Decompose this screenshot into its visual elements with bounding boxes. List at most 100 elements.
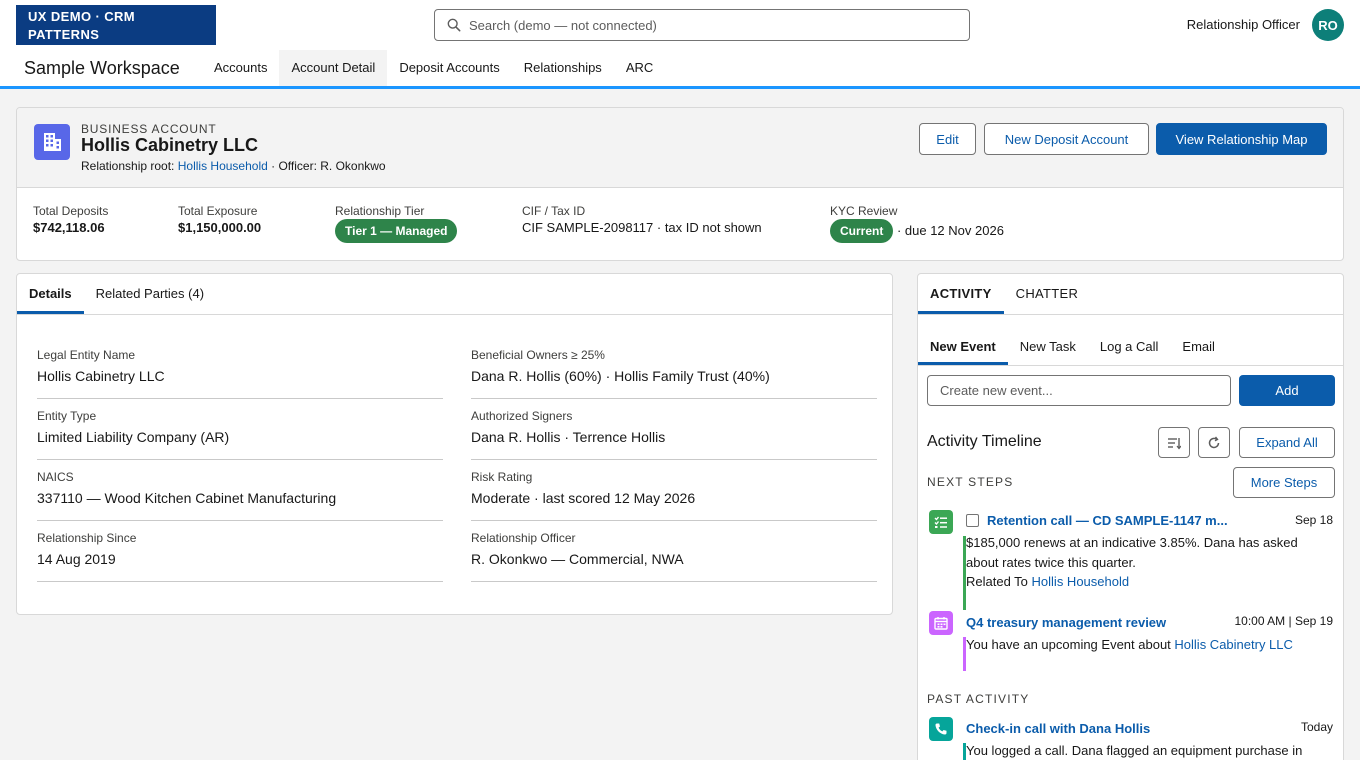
related-link[interactable]: Hollis Household [1032,574,1130,589]
tab-new-task[interactable]: New Task [1008,332,1088,365]
highlight-value: $1,150,000.00 [178,220,262,235]
field-value: R. Okonkwo — Commercial, NWA [471,551,684,567]
highlight-kyc-review: KYC Review Current · due 12 Nov 2026 [830,204,1004,243]
view-relationship-map-button[interactable]: View Relationship Map [1156,123,1327,155]
tab-activity[interactable]: ACTIVITY [918,274,1004,314]
nav-item-relationships[interactable]: Relationships [512,50,614,86]
highlight-value: $742,118.06 [33,220,105,235]
field-authorized-signers: Authorized Signers Dana R. Hollis · Terr… [471,409,877,460]
phone-icon [929,717,953,741]
new-deposit-account-button[interactable]: New Deposit Account [984,123,1149,155]
filter-timeline-button[interactable] [1158,427,1190,458]
past-activity-label: PAST ACTIVITY [927,692,1030,706]
field-relationship-since: Relationship Since 14 Aug 2019 [37,531,443,582]
field-label: NAICS [37,470,74,484]
user-role: Relationship Officer [1186,17,1300,32]
refresh-timeline-button[interactable] [1198,427,1230,458]
timeline-item-related: Related To Hollis Household [966,572,1326,592]
highlight-total-exposure: Total Exposure $1,150,000.00 [178,204,261,235]
timeline-item-title[interactable]: Check-in call with Dana Hollis [966,721,1206,736]
field-label: Relationship Officer [471,531,576,545]
tab-details[interactable]: Details [17,274,84,314]
timeline-item-title[interactable]: Retention call — CD SAMPLE-1147 m... [987,513,1237,528]
tab-new-event[interactable]: New Event [918,332,1008,365]
timeline-item-body: $185,000 renews at an indicative 3.85%. … [966,535,1298,570]
highlight-label: Relationship Tier [335,204,425,218]
field-label: Relationship Since [37,531,137,545]
building-icon [34,124,70,160]
tier-badge: Tier 1 — Managed [335,219,458,243]
highlight-cif-tax-id: CIF / Tax ID CIF SAMPLE-2098117 · tax ID… [522,204,762,235]
record-header-top: BUSINESS ACCOUNT Hollis Cabinetry LLC Re… [17,108,1343,188]
timeline-item-date: 10:00 AM | Sep 19 [1234,614,1333,628]
nav-items: Accounts Account Detail Deposit Accounts… [202,50,665,86]
highlight-relationship-tier: Relationship Tier Tier 1 — Managed [335,204,458,243]
user-avatar[interactable]: RO [1312,9,1344,41]
field-label: Entity Type [37,409,97,423]
timeline-title: Activity Timeline [927,433,1042,450]
timeline-item-body: You have an upcoming Event about Hollis … [966,635,1326,655]
highlight-label: Total Exposure [178,204,258,218]
field-value: Hollis Cabinetry LLC [37,368,165,384]
event-related-link[interactable]: Hollis Cabinetry LLC [1174,637,1293,652]
brand-line-1: UX DEMO · CRM [28,9,136,24]
highlight-value: CIF SAMPLE-2098117 · tax ID not shown [522,220,762,235]
tab-log-a-call[interactable]: Log a Call [1088,332,1171,365]
field-naics: NAICS 337110 — Wood Kitchen Cabinet Manu… [37,470,443,521]
global-search[interactable] [434,9,970,41]
highlight-label: CIF / Tax ID [522,204,586,218]
new-event-input[interactable] [927,375,1231,406]
global-header: UX DEMO · CRM PATTERNS Relationship Offi… [0,0,1360,50]
highlight-label: Total Deposits [33,204,109,218]
filter-icon [1168,437,1181,449]
record-sub-prefix: Relationship root: [81,159,178,173]
edit-button[interactable]: Edit [919,123,976,155]
kyc-status-badge: Current [830,219,894,243]
timeline-item-body: You logged a call. Dana flagged an equip… [966,743,1303,758]
nav-item-account-detail[interactable]: Account Detail [279,50,388,86]
tab-chatter[interactable]: CHATTER [1004,274,1091,314]
search-icon [447,18,461,32]
record-sub-suffix: · Officer: R. Okonkwo [267,159,386,173]
task-complete-checkbox[interactable] [966,514,979,527]
expand-all-button[interactable]: Expand All [1239,427,1335,458]
record-name: Hollis Cabinetry LLC [81,135,259,155]
tab-email[interactable]: Email [1170,332,1227,365]
more-steps-button[interactable]: More Steps [1233,467,1335,498]
field-relationship-officer: Relationship Officer R. Okonkwo — Commer… [471,531,877,582]
record-type: BUSINESS ACCOUNT [81,122,217,136]
field-label: Authorized Signers [471,409,573,423]
search-input[interactable] [469,17,949,33]
field-legal-entity-name: Legal Entity Name Hollis Cabinetry LLC [37,348,443,399]
details-card: Details Related Parties (4) Legal Entity… [16,273,893,615]
app-name: Sample Workspace [24,58,180,78]
nav-item-arc[interactable]: ARC [614,50,665,86]
activity-card: ACTIVITY CHATTER New Event New Task Log … [917,273,1344,760]
field-label: Beneficial Owners ≥ 25% [471,348,605,362]
calendar-icon [929,611,953,635]
field-value: 337110 — Wood Kitchen Cabinet Manufactur… [37,490,337,506]
field-value: Limited Liability Company (AR) [37,429,230,445]
timeline-item-title[interactable]: Q4 treasury management review [966,615,1206,630]
brand-line-2: PATTERNS [28,27,100,42]
field-risk-rating: Risk Rating Moderate · last scored 12 Ma… [471,470,877,521]
nav-item-deposit-accounts[interactable]: Deposit Accounts [387,50,511,86]
kyc-due-date: · due 12 Nov 2026 [893,223,1004,238]
add-button[interactable]: Add [1239,375,1335,406]
task-icon [929,510,953,534]
record-subtitle: Relationship root: Hollis Household · Of… [81,159,386,173]
tab-related-parties[interactable]: Related Parties (4) [84,274,216,314]
details-tabs: Details Related Parties (4) [17,274,892,315]
brand-logo[interactable]: UX DEMO · CRM PATTERNS [16,5,216,45]
highlight-total-deposits: Total Deposits $742,118.06 [33,204,108,235]
timeline-item-date: Today [1300,720,1333,734]
highlight-label: KYC Review [830,204,898,218]
event-body-prefix: You have an upcoming Event about [966,637,1175,652]
related-prefix: Related To [966,574,1032,589]
field-value: Dana R. Hollis · Terrence Hollis [471,429,666,445]
field-value: 14 Aug 2019 [37,551,116,567]
next-steps-label: NEXT STEPS [927,475,1014,489]
field-value: Moderate · last scored 12 May 2026 [471,490,696,506]
relationship-root-link[interactable]: Hollis Household [178,159,268,173]
nav-item-accounts[interactable]: Accounts [202,50,279,86]
